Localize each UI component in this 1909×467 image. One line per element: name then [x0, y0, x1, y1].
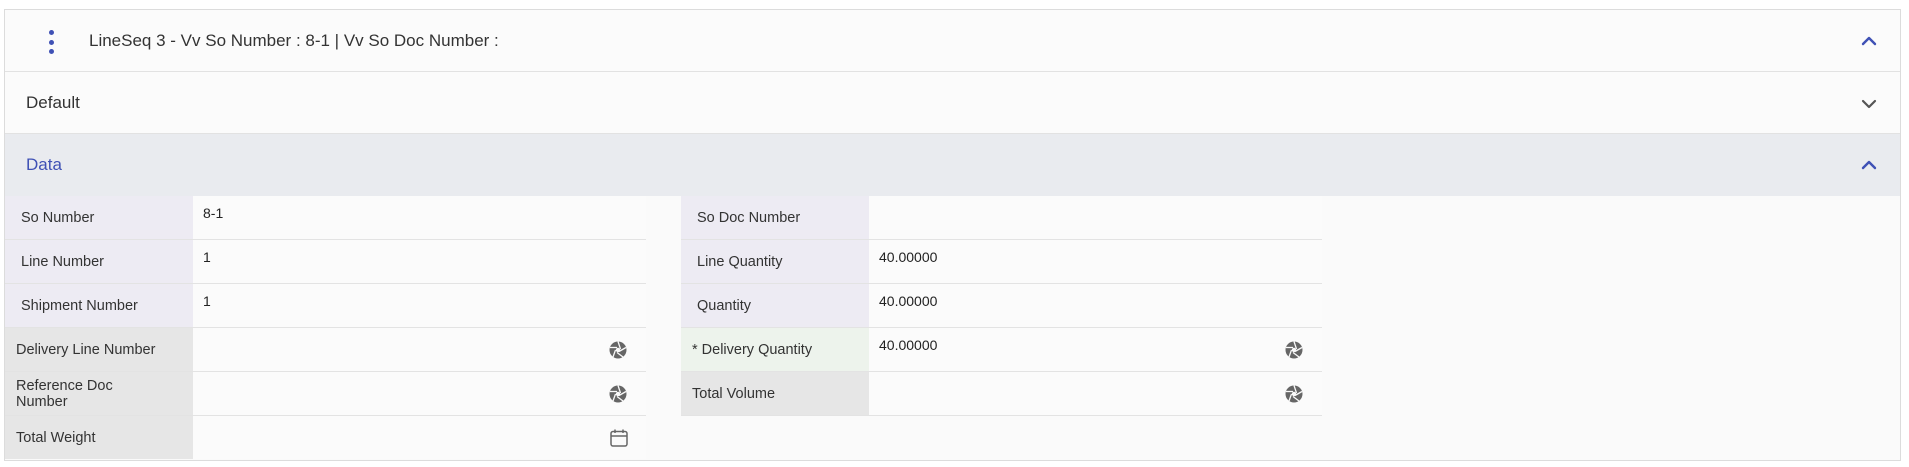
field-label: Line Quantity [681, 240, 869, 283]
so-doc-number-field [869, 196, 1322, 239]
field-label: Total Weight [5, 416, 193, 459]
field-value: 40.00000 [879, 249, 938, 265]
reference-doc-number-input[interactable] [193, 372, 646, 415]
field-row-line-number: Line Number 1 [5, 240, 646, 284]
field-value: 1 [203, 293, 211, 309]
field-label: Total Volume [681, 372, 869, 415]
shipment-number-field: 1 [193, 284, 646, 327]
aperture-icon[interactable] [608, 384, 628, 404]
data-fields-grid: So Number 8-1 Line Number 1 Shipment Num… [5, 196, 1900, 460]
field-label: Shipment Number [5, 284, 193, 327]
field-row-so-number: So Number 8-1 [5, 196, 646, 240]
field-row-delivery-quantity: * Delivery Quantity 40.00000 [681, 328, 1322, 372]
quantity-field: 40.00000 [869, 284, 1322, 327]
section-data[interactable]: Data [5, 134, 1900, 196]
kebab-menu-icon[interactable] [41, 30, 61, 54]
aperture-icon[interactable] [608, 340, 628, 360]
field-row-delivery-line-number: Delivery Line Number [5, 328, 646, 372]
field-label: * Delivery Quantity [681, 328, 869, 371]
field-row-so-doc-number: So Doc Number [681, 196, 1322, 240]
field-row-quantity: Quantity 40.00000 [681, 284, 1322, 328]
total-weight-input[interactable] [193, 416, 646, 459]
chevron-up-icon[interactable] [1860, 156, 1878, 174]
field-value: 40.00000 [879, 293, 938, 309]
chevron-up-icon[interactable] [1860, 32, 1878, 50]
field-label: Quantity [681, 284, 869, 327]
delivery-quantity-input[interactable]: 40.00000 [869, 328, 1322, 371]
field-label: Delivery Line Number [5, 328, 193, 371]
total-volume-input[interactable] [869, 372, 1322, 415]
calendar-icon[interactable] [609, 428, 629, 448]
card-title: LineSeq 3 - Vv So Number : 8-1 | Vv So D… [89, 31, 499, 50]
field-row-total-weight: Total Weight [5, 416, 646, 460]
field-value: 1 [203, 249, 211, 265]
field-label: Reference Doc Number [5, 372, 193, 415]
section-data-title: Data [26, 155, 62, 174]
field-row-total-volume: Total Volume [681, 372, 1322, 416]
aperture-icon[interactable] [1284, 340, 1304, 360]
line-number-field: 1 [193, 240, 646, 283]
field-row-reference-doc-number: Reference Doc Number [5, 372, 646, 416]
chevron-down-icon[interactable] [1860, 95, 1878, 113]
card-header: LineSeq 3 - Vv So Number : 8-1 | Vv So D… [5, 10, 1900, 72]
line-card: LineSeq 3 - Vv So Number : 8-1 | Vv So D… [4, 9, 1901, 461]
delivery-line-number-input[interactable] [193, 328, 646, 371]
field-label: Line Number [5, 240, 193, 283]
field-label: So Doc Number [681, 196, 869, 239]
aperture-icon[interactable] [1284, 384, 1304, 404]
field-row-shipment-number: Shipment Number 1 [5, 284, 646, 328]
so-number-field: 8-1 [193, 196, 646, 239]
line-quantity-field: 40.00000 [869, 240, 1322, 283]
field-value: 40.00000 [879, 337, 938, 353]
section-default-title: Default [26, 93, 80, 112]
field-value: 8-1 [203, 205, 224, 221]
field-label: So Number [5, 196, 193, 239]
field-row-line-quantity: Line Quantity 40.00000 [681, 240, 1322, 284]
section-default[interactable]: Default [5, 72, 1900, 134]
